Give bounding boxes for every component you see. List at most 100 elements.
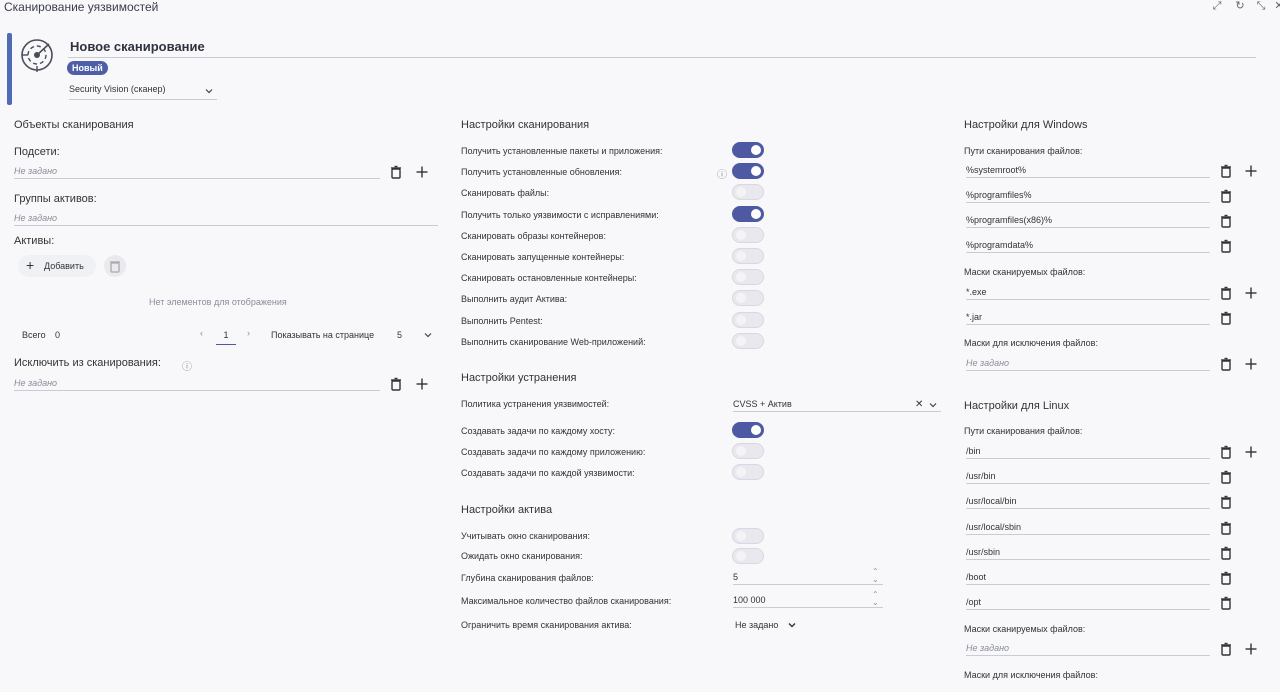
scan-option-toggle[interactable] [732, 332, 764, 349]
linux-masks-label: Маски сканируемых файлов: [964, 624, 1086, 634]
chevron-down-icon[interactable] [424, 331, 432, 339]
linux-masks-input[interactable]: Не задано [966, 640, 1210, 656]
remediation-option-toggle[interactable] [732, 422, 764, 438]
windows-exclude-input[interactable]: Не задано [966, 355, 1210, 371]
linux-paths-path-input[interactable]: /usr/bin [966, 468, 1210, 485]
scan-option-toggle[interactable] [732, 290, 764, 307]
close-icon[interactable]: ✕ [1272, 0, 1280, 14]
scan-option-toggle[interactable] [732, 142, 764, 158]
info-icon[interactable]: ⓘ [717, 166, 727, 181]
per-page-label: Показывать на странице [271, 330, 375, 340]
exclude-add-icon[interactable] [415, 377, 429, 391]
max-files-label: Максимальное количество файлов сканирова… [461, 596, 672, 606]
asset-groups-input[interactable]: Не задано [14, 210, 438, 226]
restore-icon[interactable]: ⤢ [1210, 0, 1224, 14]
scan-option-label: Получить установленные обновления: [461, 167, 623, 178]
scan-option-toggle[interactable] [732, 248, 764, 264]
windows-masks-delete-icon[interactable] [1219, 286, 1233, 300]
per-page-select[interactable]: 5 [397, 330, 402, 340]
windows-paths-path-input[interactable]: %systemroot% [966, 162, 1210, 178]
windows-paths-path-input[interactable]: %programdata% [966, 237, 1210, 253]
exclude-input[interactable]: Не задано [14, 375, 380, 391]
windows-paths-path-input[interactable]: %programfiles(x86)% [966, 212, 1210, 228]
linux-masks-delete-icon[interactable] [1219, 642, 1233, 656]
wait-label: Ожидать окно сканирования: [461, 551, 583, 561]
scan-option-toggle[interactable] [732, 226, 764, 243]
subnets-delete-icon[interactable] [389, 165, 403, 179]
windows-masks-delete-icon[interactable] [1219, 311, 1233, 325]
remediation-option-toggle[interactable] [732, 464, 764, 480]
linux-paths-delete-icon[interactable] [1219, 495, 1233, 510]
scan-option-toggle[interactable] [732, 269, 764, 286]
windows-masks-path-input[interactable]: *.jar [966, 309, 1210, 325]
depth-input[interactable]: 5 [733, 569, 883, 585]
windows-paths-delete-icon[interactable] [1219, 164, 1233, 178]
linux-paths-path-input[interactable]: /usr/sbin [966, 544, 1210, 560]
linux-paths-delete-icon[interactable] [1219, 571, 1233, 585]
add-asset-button[interactable]: + Добавить [18, 255, 96, 277]
delete-asset-button[interactable] [104, 255, 126, 277]
linux-paths-path-input[interactable]: /usr/local/sbin [966, 519, 1210, 535]
current-page[interactable]: 1 [216, 330, 236, 345]
clear-icon[interactable]: ✕ [915, 399, 923, 410]
linux-paths-path-input[interactable]: /bin [966, 443, 1210, 459]
linux-paths-path-input[interactable]: /usr/local/bin [966, 493, 1210, 510]
info-icon[interactable]: ⓘ [182, 358, 192, 373]
scan-option-label: Сканировать запущенные контейнеры: [461, 252, 625, 262]
windows-masks-path-input[interactable]: *.exe [966, 284, 1210, 300]
windows-paths-add-icon[interactable] [1244, 164, 1258, 178]
scan-option-toggle[interactable] [732, 205, 764, 222]
linux-masks-add-icon[interactable] [1244, 642, 1258, 656]
refresh-icon[interactable]: ↻ [1233, 0, 1247, 14]
max-files-stepper-icon[interactable]: ⌃ ⌄ [872, 591, 879, 607]
wait-toggle[interactable] [732, 548, 764, 564]
scan-option-label: Получить только уязвимости с исправления… [461, 209, 659, 220]
windows-paths-delete-icon[interactable] [1219, 189, 1233, 203]
linux-paths-delete-icon[interactable] [1219, 445, 1233, 459]
windows-paths-delete-icon[interactable] [1219, 239, 1233, 253]
depth-stepper-icon[interactable]: ⌃ ⌄ [872, 568, 879, 584]
windows-paths-label: Пути сканирования файлов: [964, 146, 1083, 156]
scan-option-label: Выполнить сканирование Web-приложений: [461, 336, 646, 347]
linux-paths-add-icon[interactable] [1244, 445, 1258, 459]
subnets-add-icon[interactable] [415, 165, 429, 179]
exclude-delete-icon[interactable] [389, 377, 403, 391]
max-files-input[interactable]: 100 000 [733, 592, 883, 608]
asset-groups-label: Группы активов: [14, 193, 97, 205]
next-page-icon[interactable]: › [247, 328, 250, 338]
windows-exclude-delete-icon[interactable] [1219, 357, 1233, 371]
chevron-down-icon[interactable] [788, 621, 796, 629]
policy-select[interactable]: CVSS + Актив [733, 396, 941, 412]
limit-select[interactable]: Не задано [735, 620, 778, 630]
linux-paths-delete-icon[interactable] [1219, 521, 1233, 535]
subnets-input[interactable]: Не задано [14, 163, 380, 179]
remediation-option-toggle[interactable] [732, 443, 764, 459]
window-toggle[interactable] [732, 528, 764, 544]
header-accent-bar [7, 33, 12, 105]
prev-page-icon[interactable]: ‹ [200, 328, 203, 338]
depth-label: Глубина сканирования файлов: [461, 573, 594, 583]
scanner-select[interactable]: Security Vision (сканер) [69, 84, 217, 100]
add-asset-button-label: Добавить [44, 261, 84, 271]
total-label: Всего [22, 330, 46, 340]
policy-select-value: CVSS + Актив [733, 399, 792, 409]
chevron-down-icon[interactable] [929, 401, 937, 409]
windows-masks-add-icon[interactable] [1244, 286, 1258, 300]
scan-option-toggle[interactable] [732, 311, 764, 328]
linux-paths-path-input[interactable]: /opt [966, 594, 1210, 611]
collapse-icon[interactable]: ⤡ [1254, 0, 1268, 14]
scan-option-toggle[interactable] [732, 163, 764, 180]
plus-icon: + [26, 257, 35, 273]
scan-option-toggle[interactable] [732, 184, 764, 201]
windows-exclude-add-icon[interactable] [1244, 357, 1258, 371]
windows-paths-delete-icon[interactable] [1219, 214, 1233, 228]
linux-paths-delete-icon[interactable] [1219, 470, 1233, 484]
status-badge: Новый [67, 61, 108, 75]
remediation-option-label: Создавать задачи по каждой уязвимости: [461, 468, 635, 478]
windows-paths-path-input[interactable]: %programfiles% [966, 187, 1210, 203]
linux-paths-delete-icon[interactable] [1219, 546, 1233, 560]
scan-option-label: Сканировать остановленные контейнеры: [461, 273, 637, 284]
linux-paths-path-input[interactable]: /boot [966, 569, 1210, 585]
linux-paths-delete-icon[interactable] [1219, 596, 1233, 610]
linux-paths-label: Пути сканирования файлов: [964, 426, 1083, 436]
